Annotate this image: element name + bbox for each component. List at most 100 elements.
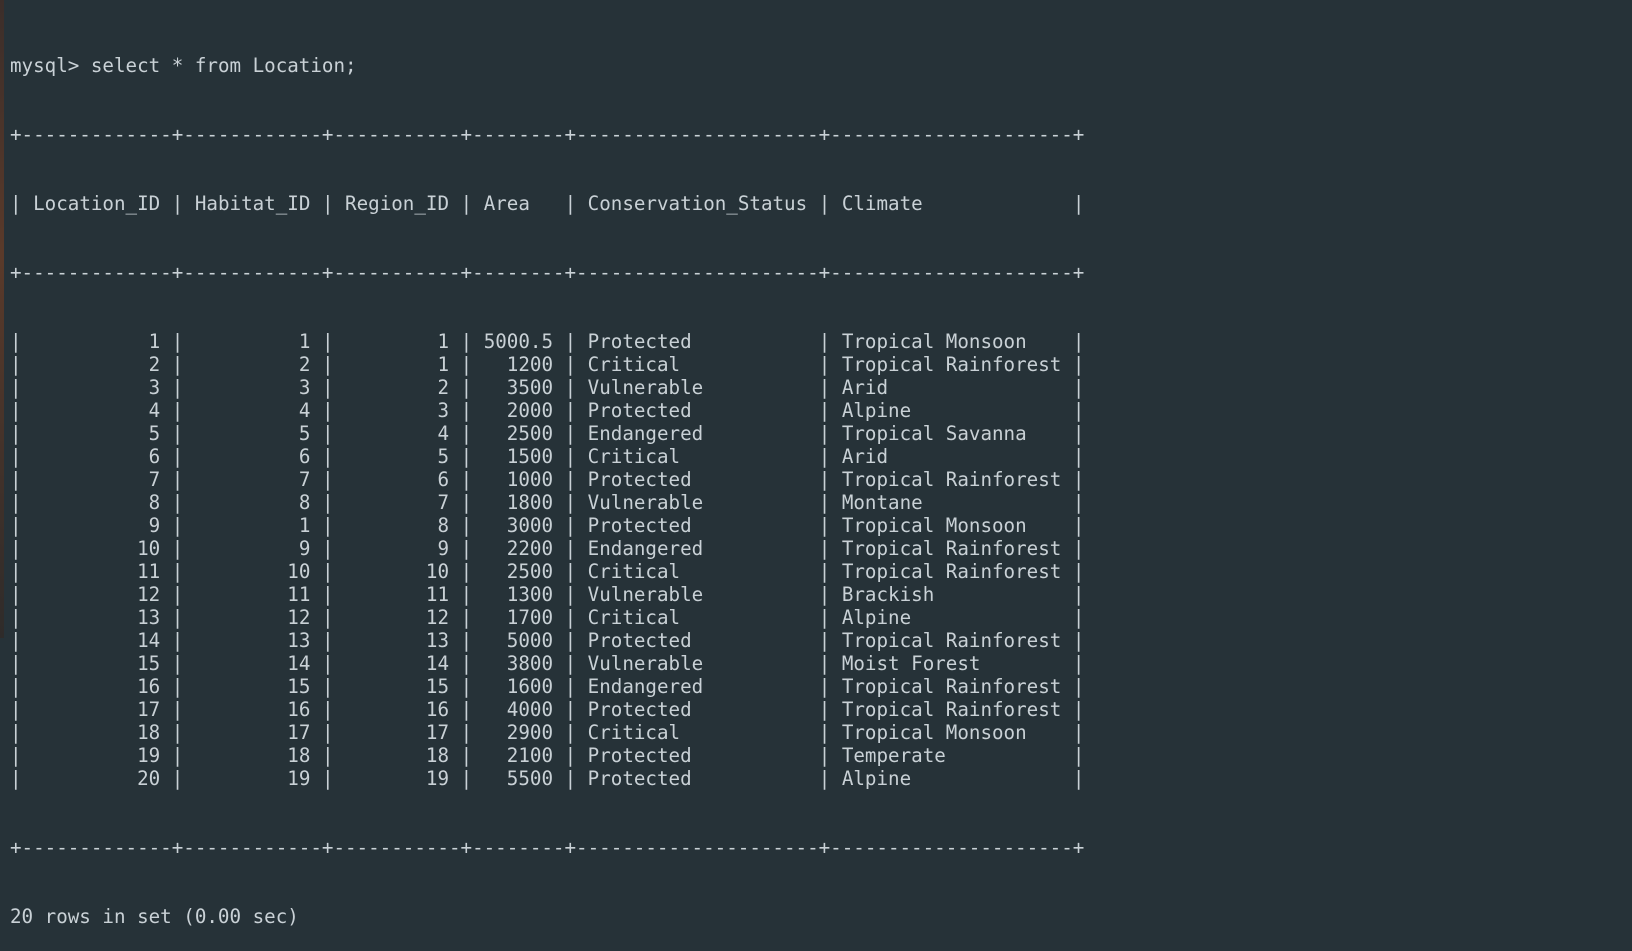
table-cell: Tropical Rainforest bbox=[830, 560, 1073, 583]
table-cell: 14 bbox=[183, 652, 322, 675]
table-cell: 3000 bbox=[472, 514, 565, 537]
table-cell: 18 bbox=[21, 721, 172, 744]
column-header: Region_ID bbox=[333, 192, 461, 215]
table-cell: 10 bbox=[333, 560, 461, 583]
table-cell: Tropical Rainforest bbox=[830, 675, 1073, 698]
table-cell: 6 bbox=[183, 445, 322, 468]
table-cell: 13 bbox=[333, 629, 461, 652]
table-cell: 6 bbox=[21, 445, 172, 468]
table-cell: Critical bbox=[576, 353, 819, 376]
table-cell: 2 bbox=[333, 376, 461, 399]
table-cell: Critical bbox=[576, 606, 819, 629]
table-cell: 7 bbox=[21, 468, 172, 491]
table-cell: Protected bbox=[576, 698, 819, 721]
table-cell: 3 bbox=[183, 376, 322, 399]
table-cell: Vulnerable bbox=[576, 491, 819, 514]
table-cell: 4000 bbox=[472, 698, 565, 721]
table-cell: 12 bbox=[21, 583, 172, 606]
table-border-bottom: +-------------+------------+-----------+… bbox=[10, 836, 1085, 859]
table-cell: Protected bbox=[576, 514, 819, 537]
table-cell: 17 bbox=[21, 698, 172, 721]
table-cell: Arid bbox=[830, 376, 1073, 399]
table-cell: 16 bbox=[21, 675, 172, 698]
table-row: | 17 | 16 | 16 | 4000 | Protected | Trop… bbox=[10, 698, 1085, 721]
table-cell: 1000 bbox=[472, 468, 565, 491]
table-row: | 9 | 1 | 8 | 3000 | Protected | Tropica… bbox=[10, 514, 1085, 537]
column-header: Habitat_ID bbox=[183, 192, 322, 215]
table-cell: 3500 bbox=[472, 376, 565, 399]
table-cell: 1300 bbox=[472, 583, 565, 606]
table-row: | 4 | 4 | 3 | 2000 | Protected | Alpine … bbox=[10, 399, 1085, 422]
table-cell: 19 bbox=[183, 767, 322, 790]
table-cell: 15 bbox=[183, 675, 322, 698]
table-cell: 14 bbox=[333, 652, 461, 675]
table-cell: 2500 bbox=[472, 560, 565, 583]
table-cell: 7 bbox=[183, 468, 322, 491]
table-cell: 10 bbox=[21, 537, 172, 560]
table-border-top: +-------------+------------+-----------+… bbox=[10, 123, 1085, 146]
table-cell: 9 bbox=[21, 514, 172, 537]
table-cell: 13 bbox=[21, 606, 172, 629]
table-cell: 11 bbox=[21, 560, 172, 583]
table-cell: 3800 bbox=[472, 652, 565, 675]
table-cell: 18 bbox=[333, 744, 461, 767]
table-row: | 13 | 12 | 12 | 1700 | Critical | Alpin… bbox=[10, 606, 1085, 629]
table-cell: 5 bbox=[21, 422, 172, 445]
prompt: mysql> bbox=[10, 54, 80, 77]
table-cell: Protected bbox=[576, 629, 819, 652]
table-cell: 15 bbox=[333, 675, 461, 698]
table-cell: Protected bbox=[576, 330, 819, 353]
table-cell: 9 bbox=[183, 537, 322, 560]
table-cell: 20 bbox=[21, 767, 172, 790]
terminal-output[interactable]: mysql> select * from Location; +--------… bbox=[10, 8, 1084, 951]
table-cell: 1 bbox=[21, 330, 172, 353]
table-row: | 11 | 10 | 10 | 2500 | Critical | Tropi… bbox=[10, 560, 1085, 583]
table-cell: 16 bbox=[183, 698, 322, 721]
table-cell: 2100 bbox=[472, 744, 565, 767]
table-cell: Protected bbox=[576, 468, 819, 491]
table-cell: Moist Forest bbox=[830, 652, 1073, 675]
table-cell: Montane bbox=[830, 491, 1073, 514]
table-cell: 2000 bbox=[472, 399, 565, 422]
table-cell: 1700 bbox=[472, 606, 565, 629]
table-cell: 2 bbox=[183, 353, 322, 376]
table-cell: 1 bbox=[333, 330, 461, 353]
table-cell: 3 bbox=[21, 376, 172, 399]
table-cell: Endangered bbox=[576, 675, 819, 698]
table-row: | 7 | 7 | 6 | 1000 | Protected | Tropica… bbox=[10, 468, 1085, 491]
table-cell: 2500 bbox=[472, 422, 565, 445]
table-cell: 2900 bbox=[472, 721, 565, 744]
window-edge bbox=[0, 0, 4, 638]
table-cell: 12 bbox=[183, 606, 322, 629]
table-cell: 1800 bbox=[472, 491, 565, 514]
table-cell: 1200 bbox=[472, 353, 565, 376]
table-cell: 2200 bbox=[472, 537, 565, 560]
table-cell: Tropical Rainforest bbox=[830, 629, 1073, 652]
table-cell: Alpine bbox=[830, 399, 1073, 422]
table-row: | 19 | 18 | 18 | 2100 | Protected | Temp… bbox=[10, 744, 1085, 767]
table-border-mid: +-------------+------------+-----------+… bbox=[10, 261, 1085, 284]
table-row: | 15 | 14 | 14 | 3800 | Vulnerable | Moi… bbox=[10, 652, 1085, 675]
table-cell: Tropical Rainforest bbox=[830, 537, 1073, 560]
table-row: | 16 | 15 | 15 | 1600 | Endangered | Tro… bbox=[10, 675, 1085, 698]
table-cell: Brackish bbox=[830, 583, 1073, 606]
table-cell: Critical bbox=[576, 445, 819, 468]
column-header: Location_ID bbox=[21, 192, 172, 215]
table-cell: 1 bbox=[333, 353, 461, 376]
table-cell: 1600 bbox=[472, 675, 565, 698]
table-cell: 19 bbox=[21, 744, 172, 767]
table-cell: Protected bbox=[576, 399, 819, 422]
table-cell: Tropical Rainforest bbox=[830, 353, 1073, 376]
table-cell: Tropical Monsoon bbox=[830, 514, 1073, 537]
table-cell: 11 bbox=[333, 583, 461, 606]
table-cell: 2 bbox=[21, 353, 172, 376]
command-text: select * from Location; bbox=[90, 54, 357, 77]
table-cell: 3 bbox=[333, 399, 461, 422]
column-header: Conservation_Status bbox=[576, 192, 819, 215]
table-cell: 12 bbox=[333, 606, 461, 629]
table-row: | 3 | 3 | 2 | 3500 | Vulnerable | Arid | bbox=[10, 376, 1085, 399]
table-cell: 13 bbox=[183, 629, 322, 652]
table-cell: Vulnerable bbox=[576, 583, 819, 606]
table-cell: 9 bbox=[333, 537, 461, 560]
table-row: | 2 | 2 | 1 | 1200 | Critical | Tropical… bbox=[10, 353, 1085, 376]
